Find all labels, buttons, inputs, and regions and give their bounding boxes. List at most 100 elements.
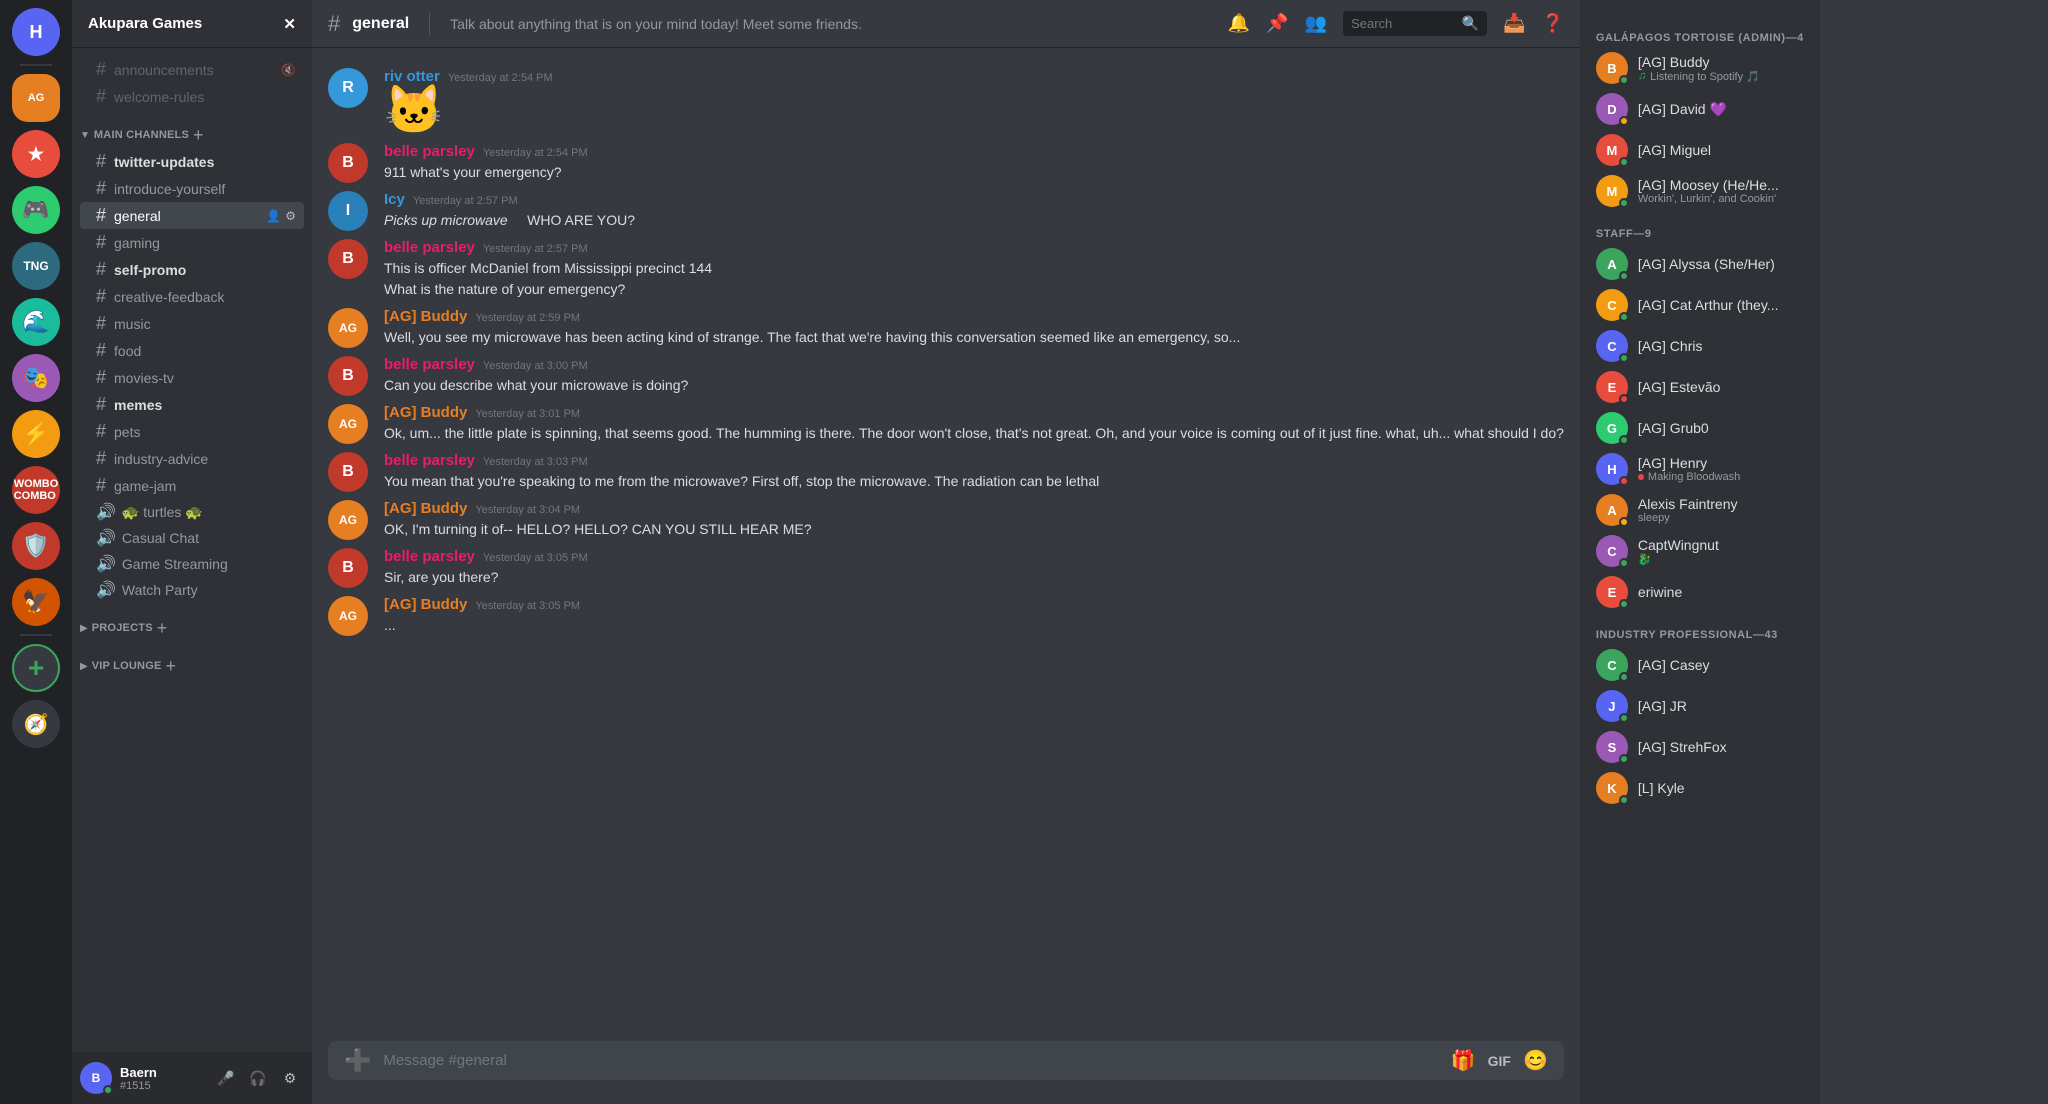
- channel-item-welcome-rules[interactable]: # welcome-rules: [80, 83, 304, 110]
- server-shield[interactable]: 🛡️: [12, 522, 60, 570]
- voice-channel-casual-chat[interactable]: 🔊 Casual Chat: [80, 525, 304, 551]
- member-item-buddy[interactable]: B [AG] Buddy ♫ Listening to Spotify 🎵: [1588, 48, 1812, 88]
- member-avatar: M: [1596, 175, 1628, 207]
- member-item-catarthur[interactable]: C [AG] Cat Arthur (they...: [1588, 285, 1812, 325]
- channel-item-gaming[interactable]: # gaming: [80, 229, 304, 256]
- member-item-jr[interactable]: J [AG] JR: [1588, 686, 1812, 726]
- message-author[interactable]: belle parsley: [384, 143, 475, 160]
- member-item-strehfox[interactable]: S [AG] StrehFox: [1588, 727, 1812, 767]
- channel-item-industry-advice[interactable]: # industry-advice: [80, 445, 304, 472]
- category-projects[interactable]: ▶ PROJECTS +: [72, 603, 312, 641]
- emoji-icon[interactable]: 😊: [1523, 1048, 1548, 1073]
- server-akupara[interactable]: AG: [12, 74, 60, 122]
- message-author[interactable]: belle parsley: [384, 548, 475, 565]
- member-item-miguel[interactable]: M [AG] Miguel: [1588, 130, 1812, 170]
- attachment-icon[interactable]: ➕: [344, 1048, 371, 1074]
- add-channel-icon[interactable]: +: [166, 657, 177, 675]
- message-author[interactable]: [AG] Buddy: [384, 500, 467, 517]
- settings-icon[interactable]: ⚙: [285, 209, 296, 223]
- message-timestamp: Yesterday at 3:04 PM: [475, 504, 580, 516]
- message-author[interactable]: belle parsley: [384, 239, 475, 256]
- message-input[interactable]: [383, 1041, 1438, 1080]
- add-server-button[interactable]: +: [12, 644, 60, 692]
- member-item-estevao[interactable]: E [AG] Estevão: [1588, 367, 1812, 407]
- category-main-channels[interactable]: ▼ MAIN CHANNELS +: [72, 110, 312, 148]
- member-item-casey[interactable]: C [AG] Casey: [1588, 645, 1812, 685]
- channel-item-creative-feedback[interactable]: # creative-feedback: [80, 283, 304, 310]
- add-channel-icon[interactable]: +: [157, 619, 168, 637]
- pin-icon[interactable]: 📌: [1266, 13, 1288, 34]
- message-author[interactable]: [AG] Buddy: [384, 404, 467, 421]
- home-button[interactable]: H: [12, 8, 60, 56]
- message-author[interactable]: [AG] Buddy: [384, 596, 467, 613]
- message-author[interactable]: Icy: [384, 191, 405, 208]
- message-text: You mean that you're speaking to me from…: [384, 471, 1564, 492]
- server-masks[interactable]: 🎭: [12, 354, 60, 402]
- channel-item-announcements[interactable]: # announcements 🔇: [80, 56, 304, 83]
- member-name: [AG] Miguel: [1638, 142, 1804, 158]
- channel-item-memes[interactable]: # memes: [80, 391, 304, 418]
- server-star[interactable]: ★: [12, 130, 60, 178]
- message-header: [AG] Buddy Yesterday at 2:59 PM: [384, 308, 1564, 325]
- help-icon[interactable]: ❓: [1541, 13, 1563, 34]
- status-dot: [1619, 558, 1629, 568]
- member-avatar: C: [1596, 289, 1628, 321]
- channel-item-music[interactable]: # music: [80, 310, 304, 337]
- channel-item-pets[interactable]: # pets: [80, 418, 304, 445]
- channel-item-self-promo[interactable]: # self-promo: [80, 256, 304, 283]
- voice-channel-turtles[interactable]: 🔊 🐢 turtles 🐢: [80, 499, 304, 525]
- server-game[interactable]: 🎮: [12, 186, 60, 234]
- member-item-eriwine[interactable]: E eriwine: [1588, 572, 1812, 612]
- member-item-captwingnut[interactable]: C CaptWingnut 🐉: [1588, 531, 1812, 571]
- channel-item-food[interactable]: # food: [80, 337, 304, 364]
- category-vip-lounge[interactable]: ▶ VIP LOUNGE +: [72, 641, 312, 679]
- notification-bell-icon[interactable]: 🔔: [1228, 13, 1250, 34]
- voice-channel-watch-party[interactable]: 🔊 Watch Party: [80, 577, 304, 603]
- server-bolt[interactable]: ⚡: [12, 410, 60, 458]
- member-item-henry[interactable]: H [AG] Henry Making Bloodwash: [1588, 449, 1812, 489]
- message-author[interactable]: belle parsley: [384, 452, 475, 469]
- search-bar[interactable]: 🔍: [1343, 11, 1487, 36]
- channel-item-general[interactable]: # general 👤 ⚙: [80, 202, 304, 229]
- status-dot: [1619, 754, 1629, 764]
- channel-item-game-jam[interactable]: # game-jam: [80, 472, 304, 499]
- message-content: [AG] Buddy Yesterday at 3:05 PM ...: [384, 596, 1564, 636]
- server-header[interactable]: Akupara Games ✕: [72, 0, 312, 48]
- message-author[interactable]: belle parsley: [384, 356, 475, 373]
- server-tng[interactable]: TNG: [12, 242, 60, 290]
- discover-button[interactable]: 🧭: [12, 700, 60, 748]
- server-w[interactable]: WOMBOCOMBO: [12, 466, 60, 514]
- server-wave[interactable]: 🌊: [12, 298, 60, 346]
- voice-channel-game-streaming[interactable]: 🔊 Game Streaming: [80, 551, 304, 577]
- channel-item-introduce-yourself[interactable]: # introduce-yourself: [80, 175, 304, 202]
- user-settings-button[interactable]: ⚙: [276, 1064, 304, 1092]
- microphone-button[interactable]: 🎤: [212, 1064, 240, 1092]
- channel-item-twitter-updates[interactable]: # twitter-updates: [80, 148, 304, 175]
- server-eagle[interactable]: 🦅: [12, 578, 60, 626]
- add-channel-icon[interactable]: +: [193, 126, 204, 144]
- search-input[interactable]: [1351, 16, 1456, 31]
- member-info: [AG] Chris: [1638, 338, 1804, 354]
- member-item-kyle[interactable]: K [L] Kyle: [1588, 768, 1812, 808]
- voice-icon: 🔊: [96, 528, 116, 548]
- member-avatar: C: [1596, 535, 1628, 567]
- member-item-chris[interactable]: C [AG] Chris: [1588, 326, 1812, 366]
- member-item-alyssa[interactable]: A [AG] Alyssa (She/Her): [1588, 244, 1812, 284]
- status-dot: [1619, 353, 1629, 363]
- message-author[interactable]: riv otter: [384, 68, 440, 85]
- member-list-icon[interactable]: 👥: [1305, 13, 1327, 34]
- channel-item-movies-tv[interactable]: # movies-tv: [80, 364, 304, 391]
- channel-topic: Talk about anything that is on your mind…: [450, 16, 1216, 32]
- add-member-icon[interactable]: 👤: [266, 209, 281, 223]
- inbox-icon[interactable]: 📥: [1503, 13, 1525, 34]
- server-dropdown-icon[interactable]: ✕: [283, 15, 296, 33]
- gift-icon[interactable]: 🎁: [1451, 1048, 1476, 1073]
- member-item-david[interactable]: D [AG] David 💜: [1588, 89, 1812, 129]
- gif-icon[interactable]: GIF: [1484, 1051, 1515, 1071]
- member-item-moosey[interactable]: M [AG] Moosey (He/He... Workin', Lurkin'…: [1588, 171, 1812, 211]
- headphone-button[interactable]: 🎧: [244, 1064, 272, 1092]
- member-item-alexis[interactable]: A Alexis Faintreny sleepy: [1588, 490, 1812, 530]
- message-timestamp: Yesterday at 2:57 PM: [413, 195, 518, 207]
- message-author[interactable]: [AG] Buddy: [384, 308, 467, 325]
- member-item-grub0[interactable]: G [AG] Grub0: [1588, 408, 1812, 448]
